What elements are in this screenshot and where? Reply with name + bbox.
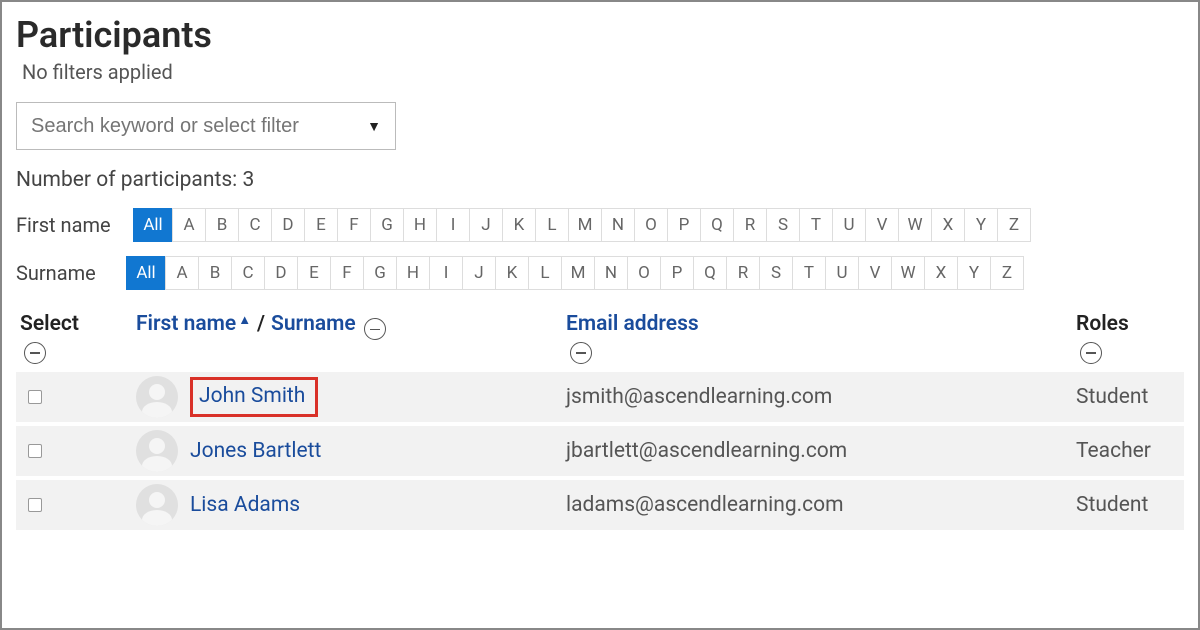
letter-filter-k[interactable]: K bbox=[495, 256, 529, 290]
letter-filter-all[interactable]: All bbox=[126, 256, 166, 290]
letter-filter-w[interactable]: W bbox=[898, 208, 932, 242]
letter-filter-f[interactable]: F bbox=[330, 256, 364, 290]
row-checkbox[interactable] bbox=[28, 390, 42, 404]
letter-filter-all[interactable]: All bbox=[133, 208, 173, 242]
surname-filter-label: Surname bbox=[16, 261, 119, 285]
letter-filter-n[interactable]: N bbox=[594, 256, 628, 290]
letter-filter-m[interactable]: M bbox=[568, 208, 602, 242]
header-select[interactable]: Select bbox=[20, 312, 136, 336]
letter-filter-u[interactable]: U bbox=[825, 256, 859, 290]
collapse-select-icon[interactable] bbox=[24, 342, 46, 364]
dropdown-arrow-icon: ▼ bbox=[367, 118, 381, 135]
highlight-box: John Smith bbox=[190, 377, 318, 417]
letter-filter-b[interactable]: B bbox=[205, 208, 239, 242]
header-email[interactable]: Email address bbox=[566, 312, 1076, 336]
collapse-name-icon[interactable] bbox=[364, 318, 386, 340]
letter-filter-c[interactable]: C bbox=[231, 256, 265, 290]
letter-filter-i[interactable]: I bbox=[436, 208, 470, 242]
letter-filter-s[interactable]: S bbox=[766, 208, 800, 242]
letter-filter-q[interactable]: Q bbox=[700, 208, 734, 242]
participant-name-link[interactable]: Lisa Adams bbox=[190, 493, 300, 517]
letter-filter-p[interactable]: P bbox=[667, 208, 701, 242]
participant-email: jsmith@ascendlearning.com bbox=[566, 385, 832, 409]
letter-filter-f[interactable]: F bbox=[337, 208, 371, 242]
header-surname[interactable]: Surname bbox=[271, 312, 356, 336]
letter-filter-j[interactable]: J bbox=[462, 256, 496, 290]
firstname-filter-row: First name AllABCDEFGHIJKLMNOPQRSTUVWXYZ bbox=[16, 208, 1184, 242]
participant-role: Student bbox=[1076, 493, 1148, 517]
header-roles[interactable]: Roles bbox=[1076, 312, 1176, 336]
letter-filter-l[interactable]: L bbox=[535, 208, 569, 242]
participant-count: Number of participants: 3 bbox=[16, 168, 1184, 192]
participant-email: ladams@ascendlearning.com bbox=[566, 493, 844, 517]
collapse-roles-icon[interactable] bbox=[1080, 342, 1102, 364]
letter-filter-t[interactable]: T bbox=[792, 256, 826, 290]
letter-filter-h[interactable]: H bbox=[403, 208, 437, 242]
letter-filter-j[interactable]: J bbox=[469, 208, 503, 242]
participant-name-link[interactable]: John Smith bbox=[199, 384, 305, 408]
table-row: John Smith jsmith@ascendlearning.com Stude… bbox=[16, 372, 1184, 426]
letter-filter-m[interactable]: M bbox=[561, 256, 595, 290]
surname-filter-row: Surname AllABCDEFGHIJKLMNOPQRSTUVWXYZ bbox=[16, 256, 1184, 290]
letter-filter-a[interactable]: A bbox=[172, 208, 206, 242]
table-row: Jones Bartlett jbartlett@ascendlearning.c… bbox=[16, 426, 1184, 480]
letter-filter-o[interactable]: O bbox=[627, 256, 661, 290]
row-checkbox[interactable] bbox=[28, 498, 42, 512]
letter-filter-a[interactable]: A bbox=[165, 256, 199, 290]
sort-asc-icon: ▲ bbox=[238, 313, 251, 328]
search-filter-dropdown[interactable]: ▼ bbox=[16, 102, 396, 150]
firstname-filter-label: First name bbox=[16, 213, 126, 237]
participant-role: Teacher bbox=[1076, 439, 1151, 463]
avatar bbox=[136, 484, 178, 526]
letter-filter-e[interactable]: E bbox=[297, 256, 331, 290]
letter-filter-t[interactable]: T bbox=[799, 208, 833, 242]
letter-filter-y[interactable]: Y bbox=[964, 208, 998, 242]
letter-filter-b[interactable]: B bbox=[198, 256, 232, 290]
letter-filter-d[interactable]: D bbox=[264, 256, 298, 290]
letter-filter-h[interactable]: H bbox=[396, 256, 430, 290]
header-slash: / bbox=[257, 312, 265, 336]
letter-filter-s[interactable]: S bbox=[759, 256, 793, 290]
participant-role: Student bbox=[1076, 385, 1148, 409]
participant-name-link[interactable]: Jones Bartlett bbox=[190, 439, 321, 463]
avatar bbox=[136, 376, 178, 418]
letter-filter-r[interactable]: R bbox=[726, 256, 760, 290]
letter-filter-g[interactable]: G bbox=[363, 256, 397, 290]
letter-filter-z[interactable]: Z bbox=[997, 208, 1031, 242]
page-title: Participants bbox=[16, 14, 1184, 56]
letter-filter-x[interactable]: X bbox=[924, 256, 958, 290]
participant-email: jbartlett@ascendlearning.com bbox=[566, 439, 847, 463]
table-row: Lisa Adams ladams@ascendlearning.com Stude… bbox=[16, 480, 1184, 534]
letter-filter-e[interactable]: E bbox=[304, 208, 338, 242]
letter-filter-n[interactable]: N bbox=[601, 208, 635, 242]
letter-filter-d[interactable]: D bbox=[271, 208, 305, 242]
letter-filter-k[interactable]: K bbox=[502, 208, 536, 242]
letter-filter-y[interactable]: Y bbox=[957, 256, 991, 290]
letter-filter-l[interactable]: L bbox=[528, 256, 562, 290]
row-checkbox[interactable] bbox=[28, 444, 42, 458]
surname-letter-boxes: AllABCDEFGHIJKLMNOPQRSTUVWXYZ bbox=[127, 256, 1024, 290]
search-input[interactable] bbox=[31, 115, 351, 138]
header-firstname[interactable]: First name bbox=[136, 312, 236, 336]
letter-filter-p[interactable]: P bbox=[660, 256, 694, 290]
letter-filter-o[interactable]: O bbox=[634, 208, 668, 242]
letter-filter-w[interactable]: W bbox=[891, 256, 925, 290]
letter-filter-q[interactable]: Q bbox=[693, 256, 727, 290]
letter-filter-z[interactable]: Z bbox=[990, 256, 1024, 290]
firstname-letter-boxes: AllABCDEFGHIJKLMNOPQRSTUVWXYZ bbox=[134, 208, 1031, 242]
collapse-email-icon[interactable] bbox=[570, 342, 592, 364]
letter-filter-v[interactable]: V bbox=[865, 208, 899, 242]
avatar bbox=[136, 430, 178, 472]
letter-filter-i[interactable]: I bbox=[429, 256, 463, 290]
filter-status: No filters applied bbox=[22, 60, 1184, 84]
letter-filter-u[interactable]: U bbox=[832, 208, 866, 242]
table-header-row: Select First name▲ / Surname Email addre… bbox=[16, 304, 1184, 372]
letter-filter-v[interactable]: V bbox=[858, 256, 892, 290]
letter-filter-g[interactable]: G bbox=[370, 208, 404, 242]
letter-filter-r[interactable]: R bbox=[733, 208, 767, 242]
letter-filter-x[interactable]: X bbox=[931, 208, 965, 242]
letter-filter-c[interactable]: C bbox=[238, 208, 272, 242]
participants-table: Select First name▲ / Surname Email addre… bbox=[16, 304, 1184, 534]
